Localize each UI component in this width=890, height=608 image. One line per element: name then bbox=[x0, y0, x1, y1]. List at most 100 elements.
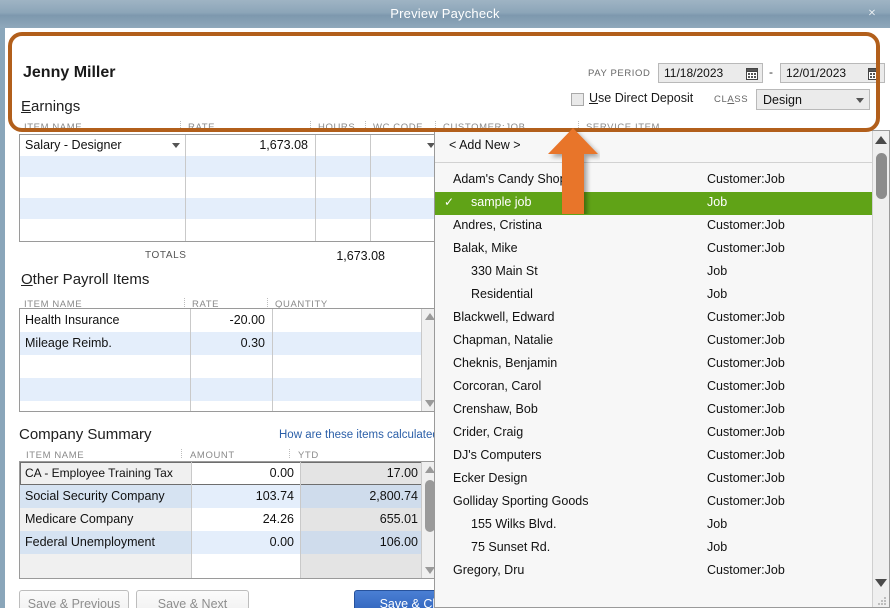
dropdown-item-name: Cheknis, Benjamin bbox=[453, 356, 557, 370]
earnings-rate[interactable]: 1,673.08 bbox=[190, 135, 308, 156]
use-direct-deposit-label[interactable]: Use Direct Deposit bbox=[589, 91, 693, 105]
employee-name: Jenny Miller bbox=[23, 64, 115, 82]
summary-ytd[interactable]: 2,800.74 bbox=[305, 486, 418, 507]
scrollbar-thumb[interactable] bbox=[876, 153, 887, 199]
dropdown-item[interactable]: Balak, MikeCustomer:Job bbox=[435, 238, 875, 261]
dropdown-item[interactable]: Corcoran, Carol Customer:Job bbox=[435, 376, 875, 399]
col-divider bbox=[181, 449, 182, 458]
save-previous-button[interactable]: Save & Previous bbox=[19, 590, 129, 608]
dropdown-item-name: Golliday Sporting Goods bbox=[453, 494, 589, 508]
table-row[interactable] bbox=[20, 378, 438, 401]
other-payroll-heading: Other Payroll Items bbox=[21, 271, 149, 288]
summary-item-name[interactable]: Federal Unemployment bbox=[25, 532, 187, 553]
dropdown-item-name: Crenshaw, Bob bbox=[453, 402, 538, 416]
earnings-col-item-name: ITEM NAME bbox=[24, 122, 82, 133]
calendar-icon[interactable] bbox=[868, 67, 880, 80]
other-rate[interactable]: 0.30 bbox=[195, 333, 265, 354]
dropdown-item-type: Customer:Job bbox=[707, 379, 785, 393]
table-row[interactable] bbox=[20, 355, 438, 378]
chevron-down-icon[interactable] bbox=[172, 143, 180, 148]
summary-item-name[interactable]: Medicare Company bbox=[25, 509, 187, 530]
dropdown-item[interactable]: Cheknis, BenjaminCustomer:Job bbox=[435, 353, 875, 376]
col-divider bbox=[272, 309, 273, 411]
dropdown-item[interactable]: ResidentialJob bbox=[435, 284, 875, 307]
date-range-separator: - bbox=[769, 65, 773, 79]
dropdown-item[interactable]: Crenshaw, BobCustomer:Job bbox=[435, 399, 875, 422]
summary-item-name[interactable]: Social Security Company bbox=[25, 486, 187, 507]
customer-job-dropdown-popup[interactable]: < Add New > Adam's Candy ShopCustomer:Jo… bbox=[434, 130, 890, 608]
dropdown-item-name: Residential bbox=[471, 287, 533, 301]
dropdown-item-type: Job bbox=[707, 264, 727, 278]
earnings-totals-label: TOTALS bbox=[145, 250, 187, 261]
pay-period-end-input[interactable]: 12/01/2023 bbox=[780, 63, 885, 83]
dropdown-item[interactable]: 75 Sunset Rd.Job bbox=[435, 537, 875, 560]
dropdown-item[interactable]: DJ's ComputersCustomer:Job bbox=[435, 445, 875, 468]
other-payroll-table[interactable]: Health Insurance -20.00 Mileage Reimb. 0… bbox=[19, 308, 439, 412]
summary-ytd[interactable]: 655.01 bbox=[305, 509, 418, 530]
resize-grip-icon[interactable] bbox=[878, 596, 887, 605]
scroll-down-icon[interactable] bbox=[875, 579, 887, 587]
dropdown-item[interactable]: ✓sample jobJob bbox=[435, 192, 875, 215]
dropdown-scrollbar[interactable] bbox=[872, 131, 889, 608]
window-title-bar: Preview Paycheck × bbox=[0, 0, 890, 29]
summary-col-item-name: ITEM NAME bbox=[26, 450, 84, 461]
company-summary-table[interactable]: CA - Employee Training Tax 0.00 17.00 So… bbox=[19, 461, 439, 579]
scroll-up-icon[interactable] bbox=[875, 136, 887, 144]
dropdown-item-type: Job bbox=[707, 195, 727, 209]
dropdown-item-type: Job bbox=[707, 540, 727, 554]
pay-period-start-input[interactable]: 11/18/2023 bbox=[658, 63, 763, 83]
summary-ytd[interactable]: 106.00 bbox=[305, 532, 418, 553]
dropdown-item-type: Customer:Job bbox=[707, 310, 785, 324]
dropdown-item[interactable]: Andres, CristinaCustomer:Job bbox=[435, 215, 875, 238]
dropdown-item-name: 155 Wilks Blvd. bbox=[471, 517, 556, 531]
close-icon[interactable]: × bbox=[862, 0, 882, 28]
dropdown-item[interactable]: 155 Wilks Blvd. Job bbox=[435, 514, 875, 537]
summary-amount[interactable]: 0.00 bbox=[196, 463, 294, 484]
pay-period-label: PAY PERIOD bbox=[588, 68, 651, 79]
table-row[interactable] bbox=[20, 554, 438, 578]
col-divider bbox=[435, 121, 436, 130]
summary-amount[interactable]: 0.00 bbox=[196, 532, 294, 553]
dropdown-item[interactable]: 330 Main StJob bbox=[435, 261, 875, 284]
dropdown-item-type: Customer:Job bbox=[707, 448, 785, 462]
dropdown-item[interactable]: Ecker DesignCustomer:Job bbox=[435, 468, 875, 491]
col-divider bbox=[300, 462, 301, 578]
dropdown-item[interactable]: Adam's Candy ShopCustomer:Job bbox=[435, 169, 875, 192]
company-summary-heading: Company Summary bbox=[19, 426, 152, 443]
dropdown-add-new[interactable]: < Add New > bbox=[449, 138, 521, 152]
dropdown-item[interactable]: Gregory, DruCustomer:Job bbox=[435, 560, 875, 583]
dropdown-item-name: Blackwell, Edward bbox=[453, 310, 554, 324]
pay-period-start-value: 11/18/2023 bbox=[664, 66, 723, 80]
dropdown-divider bbox=[435, 162, 875, 163]
chevron-down-icon[interactable] bbox=[856, 98, 864, 103]
col-divider bbox=[315, 135, 316, 241]
dropdown-item-name: Adam's Candy Shop bbox=[453, 172, 567, 186]
summary-amount[interactable]: 24.26 bbox=[196, 509, 294, 530]
class-value: Design bbox=[763, 93, 802, 107]
summary-amount[interactable]: 103.74 bbox=[196, 486, 294, 507]
dropdown-item[interactable]: Blackwell, Edward Customer:Job bbox=[435, 307, 875, 330]
earnings-item-name[interactable]: Salary - Designer bbox=[25, 135, 175, 156]
save-next-button[interactable]: Save & Next bbox=[136, 590, 249, 608]
dropdown-item-name: Crider, Craig bbox=[453, 425, 523, 439]
col-divider bbox=[370, 135, 371, 241]
class-select[interactable]: Design bbox=[756, 89, 870, 110]
use-direct-deposit-checkbox[interactable] bbox=[571, 93, 584, 106]
dropdown-item-type: Job bbox=[707, 517, 727, 531]
summary-ytd[interactable]: 17.00 bbox=[305, 463, 418, 484]
earnings-col-rate: RATE bbox=[188, 122, 215, 133]
dropdown-item[interactable]: Golliday Sporting GoodsCustomer:Job bbox=[435, 491, 875, 514]
dropdown-item[interactable]: Crider, CraigCustomer:Job bbox=[435, 422, 875, 445]
how-calculated-link[interactable]: How are these items calculated? bbox=[279, 429, 445, 441]
dropdown-item[interactable]: Chapman, NatalieCustomer:Job bbox=[435, 330, 875, 353]
other-rate[interactable]: -20.00 bbox=[195, 310, 265, 331]
window-title: Preview Paycheck bbox=[0, 0, 890, 28]
summary-item-name[interactable]: CA - Employee Training Tax bbox=[25, 463, 187, 484]
calendar-icon[interactable] bbox=[746, 67, 758, 80]
dropdown-item-name: Corcoran, Carol bbox=[453, 379, 541, 393]
dropdown-item-name: Chapman, Natalie bbox=[453, 333, 553, 347]
other-item-name[interactable]: Health Insurance bbox=[25, 310, 185, 331]
summary-col-ytd: YTD bbox=[298, 450, 319, 461]
other-item-name[interactable]: Mileage Reimb. bbox=[25, 333, 185, 354]
dropdown-item-type: Customer:Job bbox=[707, 241, 785, 255]
